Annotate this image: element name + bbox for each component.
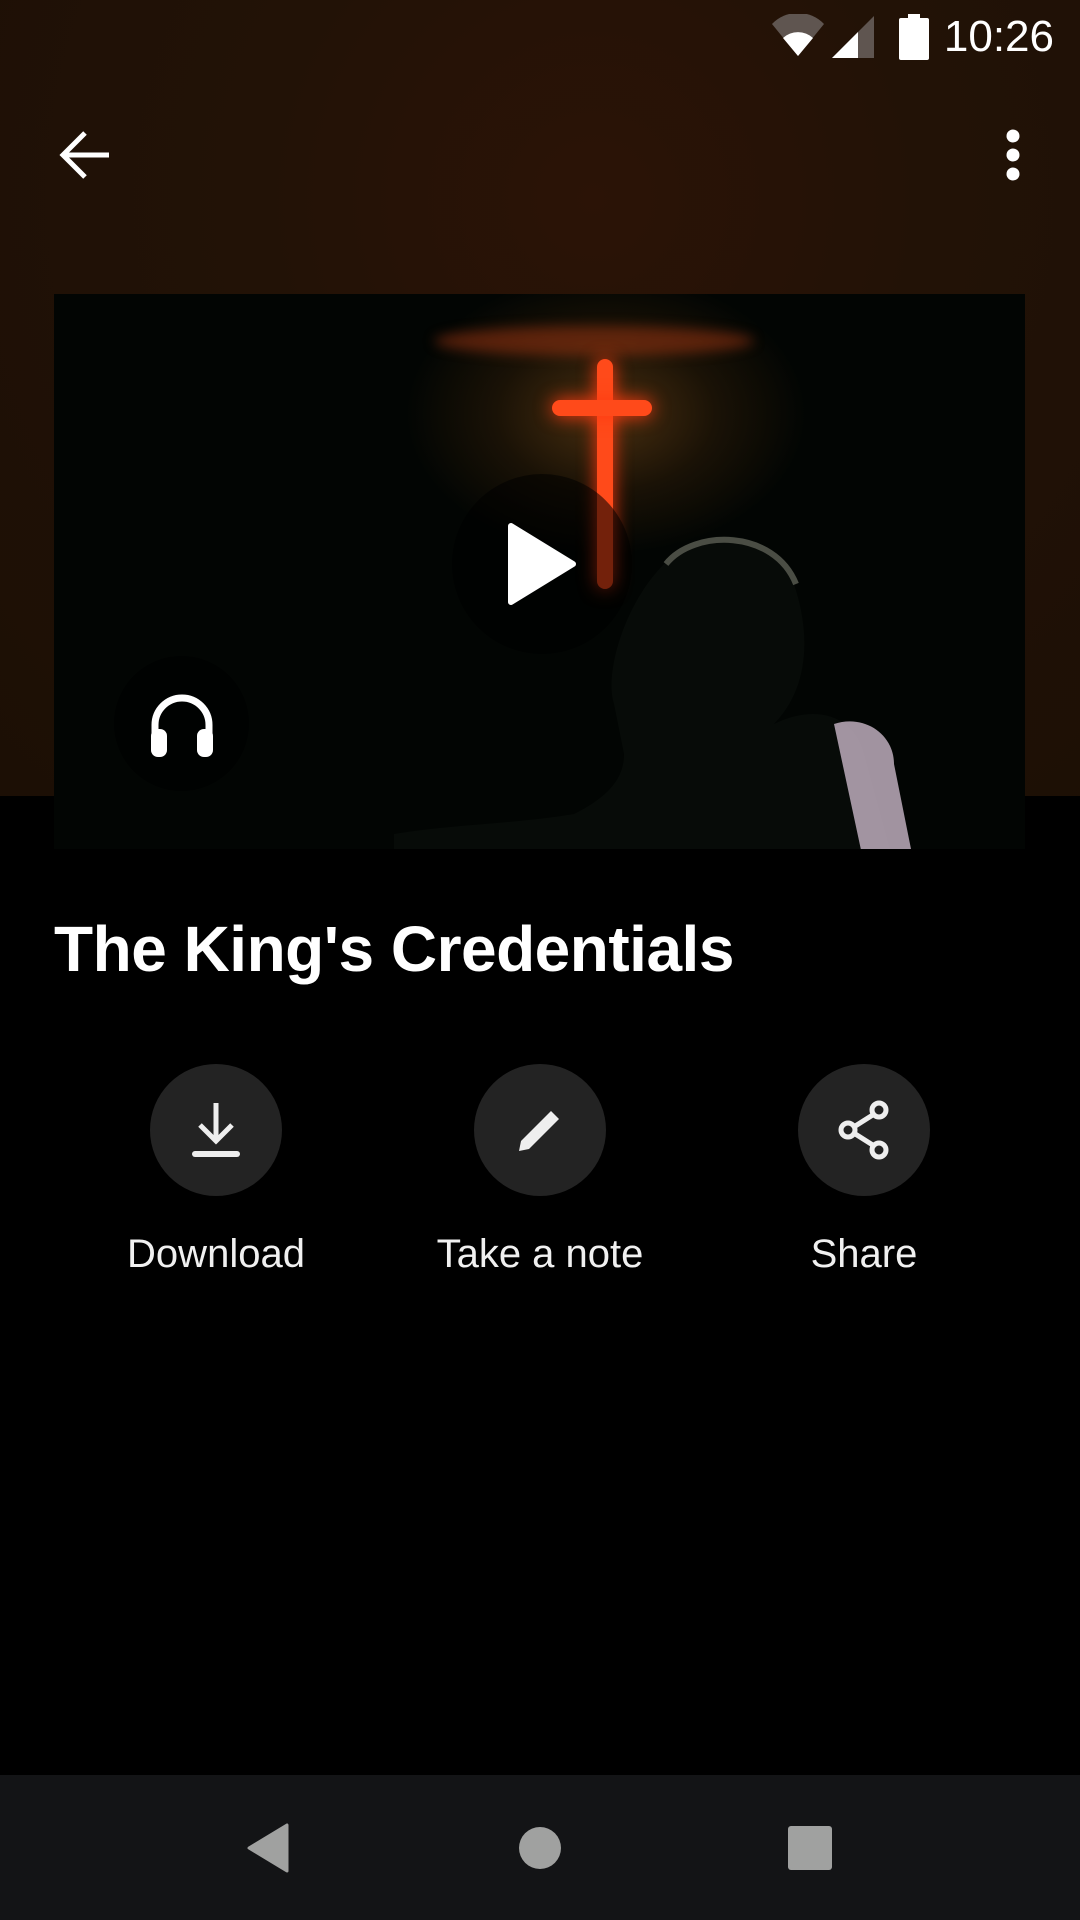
battery-icon	[899, 14, 929, 60]
home-circle-icon	[519, 1826, 561, 1869]
audio-only-button[interactable]	[114, 656, 249, 791]
nav-home-button[interactable]	[470, 1775, 610, 1920]
pencil-icon	[519, 1111, 559, 1151]
share-icon	[838, 1100, 889, 1160]
status-time: 10:26	[943, 12, 1054, 61]
back-triangle-icon	[247, 1823, 289, 1872]
download-button[interactable]	[150, 1064, 282, 1196]
recents-square-icon	[788, 1825, 832, 1870]
nav-recents-button[interactable]	[740, 1775, 880, 1920]
arrow-left-icon	[59, 131, 109, 179]
cross-image-horizontal	[552, 400, 652, 416]
download-label: Download	[127, 1232, 305, 1276]
media-thumbnail[interactable]	[54, 294, 1025, 849]
more-vertical-icon	[1006, 129, 1020, 181]
sermon-title: The King's Credentials	[54, 913, 734, 985]
download-icon	[192, 1103, 240, 1157]
share-action[interactable]: Share	[714, 1064, 1014, 1277]
more-options-button[interactable]	[968, 110, 1058, 200]
take-note-action[interactable]: Take a note	[390, 1064, 690, 1277]
headphones-icon	[150, 694, 213, 757]
light-glow	[434, 326, 754, 356]
take-note-button[interactable]	[474, 1064, 606, 1196]
cellular-signal-icon	[832, 16, 874, 58]
wifi-icon	[772, 14, 824, 56]
share-label: Share	[810, 1232, 918, 1276]
play-icon	[508, 523, 576, 605]
nav-back-button[interactable]	[198, 1775, 338, 1920]
back-button[interactable]	[40, 110, 130, 200]
download-action[interactable]: Download	[66, 1064, 366, 1277]
status-bar: 10:26	[0, 0, 1080, 76]
system-navigation-bar	[0, 1775, 1080, 1920]
play-button[interactable]	[452, 474, 632, 654]
share-button[interactable]	[798, 1064, 930, 1196]
take-note-label: Take a note	[436, 1232, 644, 1276]
